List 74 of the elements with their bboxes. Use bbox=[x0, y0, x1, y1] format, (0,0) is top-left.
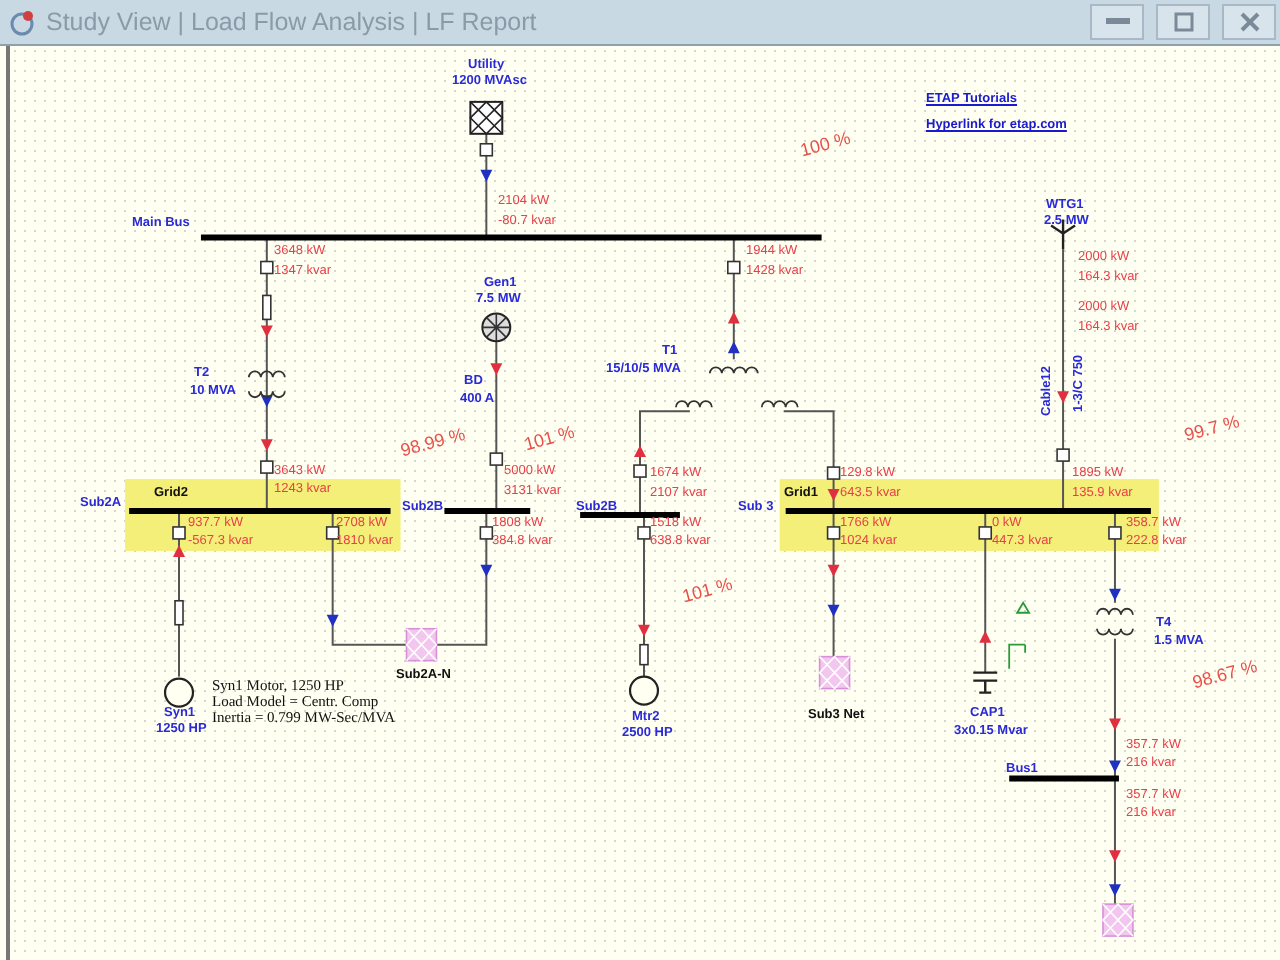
flow-arrow-icon bbox=[634, 445, 646, 458]
breaker-icon bbox=[826, 526, 841, 540]
motor-icon bbox=[628, 675, 660, 706]
load-box-icon bbox=[405, 627, 438, 662]
bus-voltage-reading: 98.99 % bbox=[398, 425, 468, 461]
breaker-icon bbox=[1056, 448, 1070, 462]
connection-line bbox=[485, 132, 488, 239]
flow-arrow-icon bbox=[260, 439, 273, 452]
flow-arrow-icon bbox=[480, 169, 493, 182]
delta-icon bbox=[1015, 601, 1031, 614]
connection-line bbox=[1113, 510, 1116, 604]
flow-arrow-icon bbox=[1108, 588, 1121, 601]
flow-arrow-icon bbox=[979, 630, 992, 643]
flow-arrow-icon bbox=[326, 614, 339, 627]
bus-voltage-reading: 98.67 % bbox=[1190, 657, 1260, 693]
bus-bar bbox=[580, 511, 680, 518]
breaker-icon bbox=[978, 526, 993, 540]
transformer-icon bbox=[247, 370, 286, 399]
bus-bar bbox=[444, 508, 531, 514]
close-button[interactable] bbox=[1222, 4, 1276, 40]
flow-arrow-icon bbox=[727, 341, 740, 354]
connection-line bbox=[331, 510, 408, 646]
flow-arrow-icon bbox=[727, 311, 740, 324]
flow-arrow-icon bbox=[827, 489, 840, 501]
breaker-icon bbox=[1108, 526, 1122, 540]
flow-arrow-icon bbox=[260, 395, 273, 408]
flow-arrow-icon bbox=[638, 624, 650, 637]
flow-arrow-icon bbox=[1108, 718, 1121, 731]
breaker-icon bbox=[260, 460, 274, 474]
fuse-icon bbox=[174, 600, 184, 626]
bus-voltage-reading: 100 % bbox=[798, 129, 853, 161]
breaker-icon bbox=[172, 526, 186, 540]
flow-arrow-icon bbox=[1108, 760, 1121, 773]
load-box-icon bbox=[1102, 903, 1134, 938]
breaker-icon bbox=[727, 260, 741, 275]
capacitor-icon bbox=[972, 671, 999, 694]
breaker-icon bbox=[489, 452, 504, 466]
flow-arrow-icon bbox=[1108, 850, 1121, 863]
connection-line bbox=[732, 236, 735, 361]
app-icon bbox=[6, 6, 38, 38]
connection-line bbox=[435, 510, 488, 646]
transformer-icon bbox=[1096, 607, 1134, 636]
breaker-icon bbox=[479, 143, 494, 157]
motor-icon bbox=[163, 677, 195, 708]
load-box-icon bbox=[818, 655, 851, 690]
generator-icon bbox=[481, 312, 512, 343]
breaker-icon bbox=[325, 526, 340, 540]
wye-icon bbox=[1008, 643, 1027, 670]
bus-voltage-reading: 101 % bbox=[522, 423, 577, 455]
flow-arrow-icon bbox=[260, 325, 273, 338]
bus-bar bbox=[1009, 775, 1119, 782]
flow-arrow-icon bbox=[1057, 391, 1070, 404]
fuse-icon bbox=[639, 643, 649, 666]
flow-arrow-icon bbox=[827, 564, 840, 577]
bus-voltage-reading: 99.7 % bbox=[1182, 413, 1242, 445]
breaker-icon bbox=[633, 464, 647, 478]
breaker-icon bbox=[479, 526, 494, 540]
flow-arrow-icon bbox=[480, 564, 493, 577]
breaker-icon bbox=[826, 466, 841, 480]
breaker-icon bbox=[260, 260, 274, 275]
maximize-button[interactable] bbox=[1156, 4, 1210, 40]
breaker-icon bbox=[637, 526, 651, 540]
flow-arrow-icon bbox=[173, 544, 185, 557]
close-icon bbox=[1239, 12, 1259, 32]
minimize-button[interactable] bbox=[1090, 4, 1144, 40]
flow-arrow-icon bbox=[490, 363, 503, 376]
flow-arrow-icon bbox=[827, 604, 840, 617]
fuse-icon bbox=[262, 294, 272, 321]
maximize-icon bbox=[1173, 12, 1193, 32]
utility-source-icon bbox=[469, 100, 504, 135]
window-title: Study View | Load Flow Analysis | LF Report bbox=[46, 8, 539, 36]
bus-voltage-reading: 101 % bbox=[680, 575, 735, 607]
minimize-icon bbox=[1105, 18, 1129, 26]
flow-arrow-icon bbox=[1108, 884, 1121, 897]
